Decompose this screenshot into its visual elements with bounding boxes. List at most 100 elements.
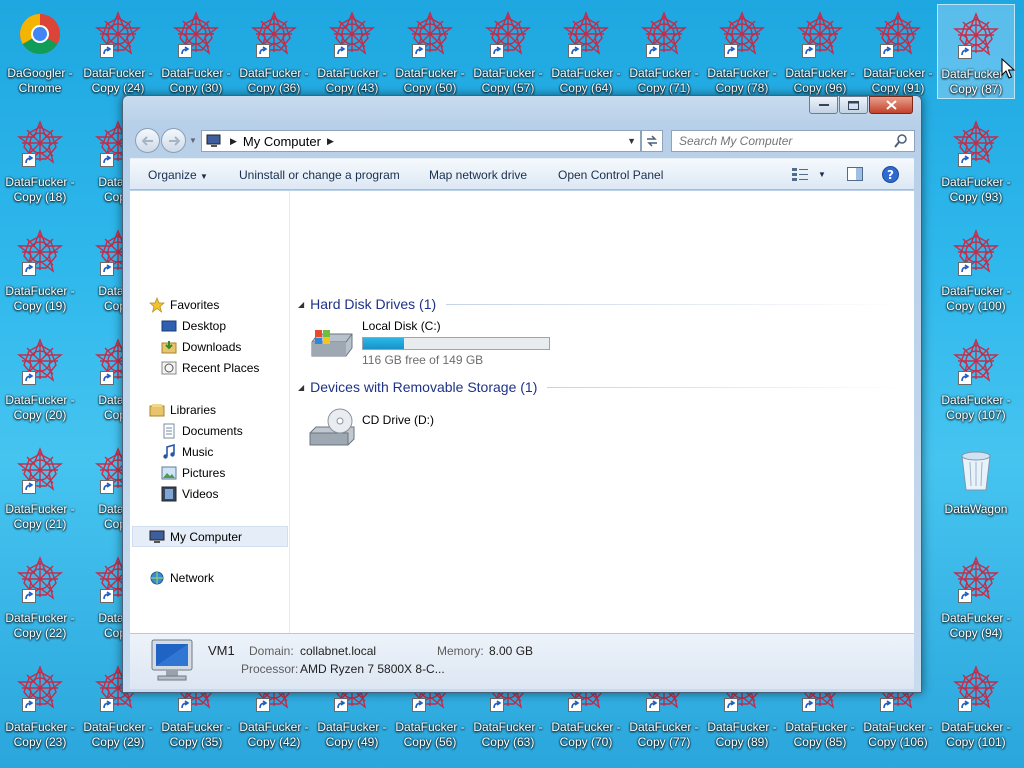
group-hard-disk-drives[interactable]: ◢ Hard Disk Drives (1) — [298, 296, 908, 312]
shortcut-arrow — [958, 698, 972, 712]
desktop-shortcut[interactable]: DataFucker - Copy (21) — [1, 440, 79, 535]
shortcut-arrow-icon — [337, 46, 346, 55]
downloads-folder-icon — [161, 341, 177, 354]
nav-downloads[interactable]: Downloads — [161, 339, 241, 355]
uninstall-program-button[interactable]: Uninstall or change a program — [239, 168, 400, 182]
desktop-shortcut[interactable]: DataFucker - Copy (24) — [79, 4, 157, 99]
shortcut-label: DataFucker - Copy (63) — [473, 720, 543, 749]
breadcrumb-chevron-icon[interactable]: ▶ — [327, 136, 334, 147]
close-button[interactable] — [869, 96, 913, 114]
shortcut-label: DataFucker - Copy (18) — [5, 175, 75, 204]
desktop-shortcut[interactable]: DataFucker - Copy (23) — [1, 658, 79, 753]
desktop-shortcut[interactable]: DataFucker - Copy (96) — [781, 4, 859, 99]
desktop-shortcut[interactable]: DataFucker - Copy (22) — [1, 549, 79, 644]
nav-pictures[interactable]: Pictures — [161, 465, 225, 481]
address-dropdown-icon[interactable]: ▼ — [627, 136, 636, 146]
nav-videos[interactable]: Videos — [161, 486, 218, 502]
nav-favorites[interactable]: Favorites — [149, 297, 219, 313]
shortcut-arrow — [958, 153, 972, 167]
nav-desktop[interactable]: Desktop — [161, 318, 226, 334]
nav-recent-places[interactable]: Recent Places — [161, 360, 259, 376]
shortcut-arrow-icon — [181, 46, 190, 55]
search-input[interactable] — [672, 131, 894, 151]
shortcut-label: DataFucker - Copy (100) — [941, 284, 1011, 313]
nav-libraries[interactable]: Libraries — [149, 402, 216, 418]
shortcut-arrow-icon — [961, 264, 970, 273]
desktop-shortcut[interactable]: DaGoogler - Chrome — [1, 4, 79, 99]
search-box[interactable] — [671, 130, 915, 152]
details-pane: VM1 Domain: collabnet.local Memory: 8.00… — [130, 633, 914, 689]
nav-music[interactable]: Music — [161, 444, 213, 460]
shortcut-glyph — [562, 10, 610, 58]
desktop-shortcut[interactable]: DataFucker - Copy (101) — [937, 658, 1015, 753]
drive-c[interactable]: Local Disk (C:) 116 GB free of 149 GB — [308, 319, 550, 367]
shortcut-arrow — [412, 698, 426, 712]
nav-favorites-label: Favorites — [170, 298, 220, 312]
desktop-shortcut[interactable]: DataFucker - Copy (91) — [859, 4, 937, 99]
view-dropdown-icon[interactable]: ▼ — [818, 170, 826, 179]
desktop-shortcut[interactable]: DataFucker - Copy (50) — [391, 4, 469, 99]
recent-pages-dropdown[interactable]: ▼ — [189, 136, 197, 145]
shortcut-label: DataFucker - Copy (106) — [863, 720, 933, 749]
group-removable-storage[interactable]: ◢ Devices with Removable Storage (1) — [298, 379, 908, 395]
desktop-shortcut[interactable]: DataFucker - Copy (30) — [157, 4, 235, 99]
change-view-button[interactable] — [792, 167, 808, 184]
map-network-drive-button[interactable]: Map network drive — [429, 168, 527, 182]
nav-documents[interactable]: Documents — [161, 423, 243, 439]
shortcut-glyph — [16, 119, 64, 167]
shortcut-glyph — [718, 10, 766, 58]
shortcut-label: DataFucker - Copy (56) — [395, 720, 465, 749]
desktop-shortcut[interactable]: DataFucker - Copy (19) — [1, 222, 79, 317]
refresh-button[interactable] — [641, 130, 663, 152]
back-button[interactable] — [135, 128, 160, 153]
minimize-icon — [818, 104, 829, 106]
help-button[interactable]: ? — [882, 166, 899, 186]
shortcut-glyph — [952, 337, 1000, 385]
desktop-shortcut[interactable]: DataFucker - Copy (107) — [937, 331, 1015, 426]
desktop-shortcut[interactable]: DataFucker - Copy (71) — [625, 4, 703, 99]
desktop-shortcut[interactable]: DataFucker - Copy (78) — [703, 4, 781, 99]
preview-pane-button[interactable] — [847, 167, 863, 184]
shortcut-arrow — [334, 44, 348, 58]
shortcut-arrow — [880, 44, 894, 58]
navigation-bar: ▼ ▶ My Computer ▶ ▼ — [131, 126, 915, 156]
desktop-shortcut[interactable]: DataFucker - Copy (64) — [547, 4, 625, 99]
desktop-shortcut[interactable]: DataFucker - Copy (94) — [937, 549, 1015, 644]
collapse-triangle-icon[interactable]: ◢ — [298, 300, 304, 309]
desktop-shortcut[interactable]: DataFucker - Copy (57) — [469, 4, 547, 99]
shortcut-arrow — [100, 262, 114, 276]
shortcut-glyph — [328, 10, 376, 58]
nav-my-computer[interactable]: My Computer — [132, 526, 288, 547]
shortcut-arrow — [100, 44, 114, 58]
breadcrumb-separator-icon[interactable]: ▶ — [230, 136, 237, 147]
nav-network[interactable]: Network — [149, 570, 214, 586]
desktop-shortcut[interactable]: DataFucker - Copy (43) — [313, 4, 391, 99]
breadcrumb-my-computer[interactable]: My Computer — [243, 134, 321, 149]
organize-menu[interactable]: Organize ▼ — [148, 168, 208, 182]
search-icon[interactable] — [894, 134, 908, 148]
forward-button[interactable] — [161, 128, 186, 153]
shortcut-arrow-icon — [259, 700, 268, 709]
desktop-shortcut[interactable]: DataFucker - Copy (20) — [1, 331, 79, 426]
desktop-shortcut[interactable]: DataFucker - Copy (36) — [235, 4, 313, 99]
shortcut-arrow — [100, 698, 114, 712]
maximize-button[interactable] — [839, 96, 868, 114]
minimize-button[interactable] — [809, 96, 838, 114]
processor-value: AMD Ryzen 7 5800X 8-C... — [300, 662, 445, 676]
desktop-shortcut[interactable]: DataFucker - Copy (93) — [937, 113, 1015, 208]
open-control-panel-button[interactable]: Open Control Panel — [558, 168, 663, 182]
drive-d[interactable]: CD Drive (D:) — [308, 407, 434, 451]
collapse-triangle-icon[interactable]: ◢ — [298, 383, 304, 392]
shortcut-label: DataFucker - Copy (22) — [5, 611, 75, 640]
address-bar[interactable]: ▶ My Computer ▶ ▼ — [201, 130, 641, 152]
shortcut-arrow-icon — [415, 46, 424, 55]
shortcut-label: DataFucker - Copy (19) — [5, 284, 75, 313]
desktop-shortcut[interactable]: DataFucker - Copy (100) — [937, 222, 1015, 317]
shortcut-glyph — [172, 10, 220, 58]
shortcut-arrow — [100, 480, 114, 494]
desktop-shortcut[interactable]: DataFucker - Copy (87) — [937, 4, 1015, 99]
desktop-shortcut[interactable]: DataFucker - Copy (18) — [1, 113, 79, 208]
shortcut-arrow-icon — [961, 155, 970, 164]
desktop-shortcut[interactable]: DataWagon — [937, 440, 1015, 535]
shortcut-label: DaGoogler - Chrome — [7, 66, 73, 95]
